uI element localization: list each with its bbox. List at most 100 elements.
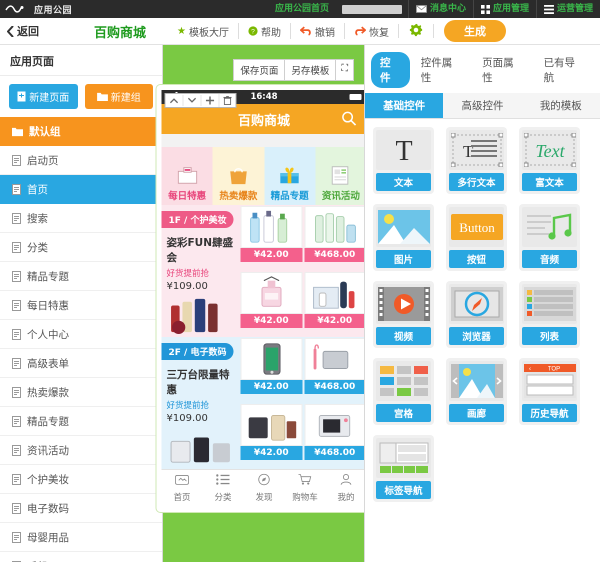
- sidebar-item-page-12[interactable]: 个护美妆: [0, 465, 162, 494]
- widget-音频[interactable]: 音频: [519, 204, 580, 271]
- floor-promo[interactable]: 2F / 电子数码 三万台限量特惠 好货提前抢 ¥109.00: [161, 337, 240, 469]
- fullscreen-button[interactable]: ⛶: [335, 59, 354, 81]
- widget-画廊[interactable]: 画廊: [446, 358, 507, 425]
- widget-浏览器[interactable]: 浏览器: [446, 281, 507, 348]
- app-logo[interactable]: 应用公园: [0, 3, 72, 16]
- panel-tab-1[interactable]: 控件属性: [412, 52, 471, 88]
- add-icon[interactable]: [202, 94, 220, 107]
- nav-home[interactable]: 应用公园首页: [268, 0, 336, 18]
- bottom-nav-item-3[interactable]: 购物车: [285, 473, 326, 503]
- category-tile-0[interactable]: 每日特惠: [161, 147, 213, 205]
- product-cell[interactable]: ¥42.00: [303, 271, 367, 337]
- product-cell[interactable]: ¥468.00: [303, 403, 367, 469]
- product-cell[interactable]: ¥42.00: [240, 337, 304, 403]
- save-page-button[interactable]: 保存页面: [233, 59, 286, 81]
- bottom-nav-item-4[interactable]: 我的: [326, 473, 367, 503]
- panel-tab-3[interactable]: 已有导航: [535, 52, 594, 88]
- generate-button[interactable]: 生成: [443, 20, 506, 42]
- widget-视频[interactable]: 视频: [373, 281, 434, 348]
- new-page-button[interactable]: 新建页面: [9, 84, 78, 109]
- sidebar-item-page-14[interactable]: 母婴用品: [0, 523, 162, 552]
- sidebar-item-page-7[interactable]: 个人中心: [0, 320, 162, 349]
- widget-按钮[interactable]: Button 按钮: [446, 204, 507, 271]
- floor-subline: 好货提前抢: [166, 269, 210, 279]
- widget-多行文本[interactable]: T 多行文本: [446, 127, 507, 194]
- sidebar-item-label: 高级表单: [27, 357, 69, 370]
- delete-icon[interactable]: [220, 94, 236, 107]
- category-tile-1[interactable]: 热卖爆款: [212, 147, 264, 205]
- sidebar-item-page-8[interactable]: 高级表单: [0, 349, 162, 378]
- global-search-input[interactable]: [341, 4, 402, 14]
- widget-grid: T 文本 T 多行文本 Text 富文本图片 Button 按钮 音频视频 浏览器 列表宫格 画廊 TO…: [365, 119, 600, 510]
- page-icon: [12, 531, 21, 543]
- product-price: ¥42.00: [240, 446, 302, 460]
- product-cell[interactable]: ¥42.00: [240, 205, 304, 271]
- bottom-nav-item-0[interactable]: 首页: [162, 473, 203, 503]
- pages-list: 默认组 启动页 首页 搜索 分类 精品专题 每日特惠 个人中心 高级表单 热卖爆款 精品专题 资讯活动…: [0, 117, 162, 562]
- nav-messages[interactable]: 消息中心: [407, 0, 473, 18]
- search-icon[interactable]: [342, 111, 357, 126]
- product-cell[interactable]: ¥468.00: [303, 205, 367, 271]
- floor-price: ¥109.00: [166, 281, 208, 292]
- widget-宫格[interactable]: 宫格: [373, 358, 434, 425]
- panel-tab-2[interactable]: 页面属性: [473, 52, 532, 88]
- redo-button[interactable]: 恢复: [345, 23, 398, 39]
- save-template-button[interactable]: 另存模板: [284, 59, 337, 81]
- sidebar-item-page-4[interactable]: 分类: [0, 233, 162, 262]
- sidebar-item-group-0[interactable]: 默认组: [0, 117, 162, 146]
- new-group-button[interactable]: 新建组: [84, 84, 153, 109]
- app-title: 百购商城: [94, 25, 147, 41]
- sidebar-item-page-2[interactable]: 首页: [0, 175, 162, 204]
- product-cell[interactable]: ¥42.00: [240, 403, 304, 469]
- sidebar-item-label: 精品专题: [27, 415, 69, 428]
- sidebar-item-page-15[interactable]: 手机: [0, 552, 162, 562]
- bag-icon: [226, 160, 250, 186]
- widget-label: 标签导航: [376, 481, 431, 499]
- redo-label: 恢复: [368, 27, 389, 39]
- template-hall-button[interactable]: ★ 模板大厅: [168, 23, 239, 39]
- widget-历史导航[interactable]: TOP ‹ 历史导航: [519, 358, 580, 425]
- sidebar-item-page-3[interactable]: 搜索: [0, 204, 162, 233]
- help-button[interactable]: ? 帮助: [239, 23, 291, 39]
- panel-subtab-0[interactable]: 基础控件: [365, 93, 444, 118]
- sidebar-item-label: 个人中心: [27, 328, 69, 341]
- move-up-icon[interactable]: [166, 95, 184, 106]
- sidebar-item-page-9[interactable]: 热卖爆款: [0, 378, 162, 407]
- move-down-icon[interactable]: [184, 95, 202, 106]
- panel-subtab-2[interactable]: 我的模板: [521, 93, 600, 118]
- panel-subtabs: 基础控件 高级控件 我的模板: [365, 93, 600, 119]
- bottom-nav-label: 购物车: [292, 493, 318, 503]
- nav-ops-manage[interactable]: 运营管理: [535, 0, 600, 18]
- floor-promo-image: [167, 428, 235, 469]
- phone-banner: [161, 134, 367, 147]
- category-tile-3[interactable]: 资讯活动: [315, 147, 367, 205]
- bottom-nav-item-2[interactable]: 发现: [244, 473, 285, 503]
- grid-icon: [480, 4, 490, 14]
- undo-button[interactable]: 撤销: [291, 23, 345, 39]
- floor-promo[interactable]: 1F / 个护美妆 姿彩FUN肆盛会 好货提前抢 ¥109.00: [161, 205, 240, 337]
- sidebar-item-page-5[interactable]: 精品专题: [0, 262, 162, 291]
- folder-icon: [96, 92, 108, 101]
- sidebar-item-page-13[interactable]: 电子数码: [0, 494, 162, 523]
- product-cell[interactable]: ¥468.00: [303, 337, 367, 403]
- category-tile-2[interactable]: 精品专题: [264, 147, 316, 205]
- widget-标签导航[interactable]: 标签导航: [373, 435, 434, 502]
- panel-tab-0[interactable]: 控件: [371, 52, 410, 88]
- widget-列表[interactable]: 列表: [519, 281, 580, 348]
- text-icon: T: [376, 130, 431, 170]
- panel-subtab-1[interactable]: 高级控件: [443, 93, 522, 118]
- grid-widget-icon: [376, 361, 431, 401]
- settings-button[interactable]: [399, 23, 433, 40]
- bottom-nav-item-1[interactable]: 分类: [203, 473, 244, 503]
- sidebar-item-page-6[interactable]: 每日特惠: [0, 291, 162, 320]
- sidebar-item-page-11[interactable]: 资讯活动: [0, 436, 162, 465]
- logo-text: 应用公园: [34, 5, 73, 16]
- widget-图片[interactable]: 图片: [373, 204, 434, 271]
- widget-富文本[interactable]: Text 富文本: [519, 127, 580, 194]
- widget-文本[interactable]: T 文本: [373, 127, 434, 194]
- page-icon: [12, 241, 21, 253]
- sidebar-item-page-10[interactable]: 精品专题: [0, 407, 162, 436]
- sidebar-item-page-1[interactable]: 启动页: [0, 146, 162, 175]
- nav-app-manage[interactable]: 应用管理: [472, 0, 536, 18]
- product-cell[interactable]: ¥42.00: [240, 271, 304, 337]
